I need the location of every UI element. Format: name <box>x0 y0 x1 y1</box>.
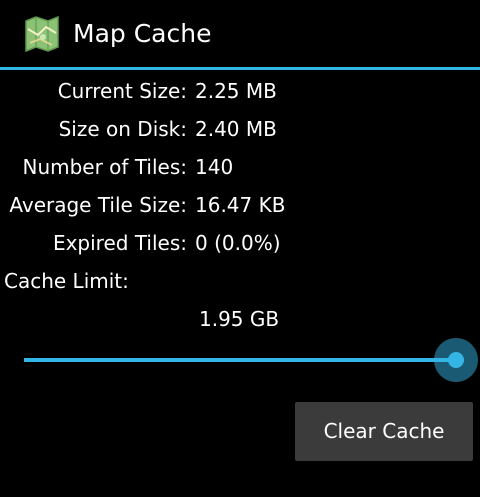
clear-cache-button[interactable]: Clear Cache <box>295 402 473 461</box>
cache-limit-value: 1.95 GB <box>199 307 280 331</box>
map-icon <box>25 15 59 53</box>
current-size-value: 2.25 MB <box>195 79 277 103</box>
slider-thumb[interactable] <box>448 352 464 368</box>
size-on-disk-label: Size on Disk: <box>58 117 187 141</box>
action-bar: Map Cache <box>0 0 480 68</box>
action-bar-divider <box>0 67 480 70</box>
cache-limit-slider[interactable] <box>24 338 480 382</box>
average-tile-size-label: Average Tile Size: <box>9 193 187 217</box>
slider-track[interactable] <box>24 358 456 362</box>
app-title: Map Cache <box>73 19 212 48</box>
size-on-disk-value: 2.40 MB <box>195 117 277 141</box>
current-size-label: Current Size: <box>57 79 187 103</box>
cache-limit-label: Cache Limit: <box>4 269 129 293</box>
expired-tiles-value: 0 (0.0%) <box>195 231 281 255</box>
number-of-tiles-label: Number of Tiles: <box>22 155 187 179</box>
average-tile-size-value: 16.47 KB <box>195 193 286 217</box>
expired-tiles-label: Expired Tiles: <box>52 231 187 255</box>
number-of-tiles-value: 140 <box>195 155 234 179</box>
